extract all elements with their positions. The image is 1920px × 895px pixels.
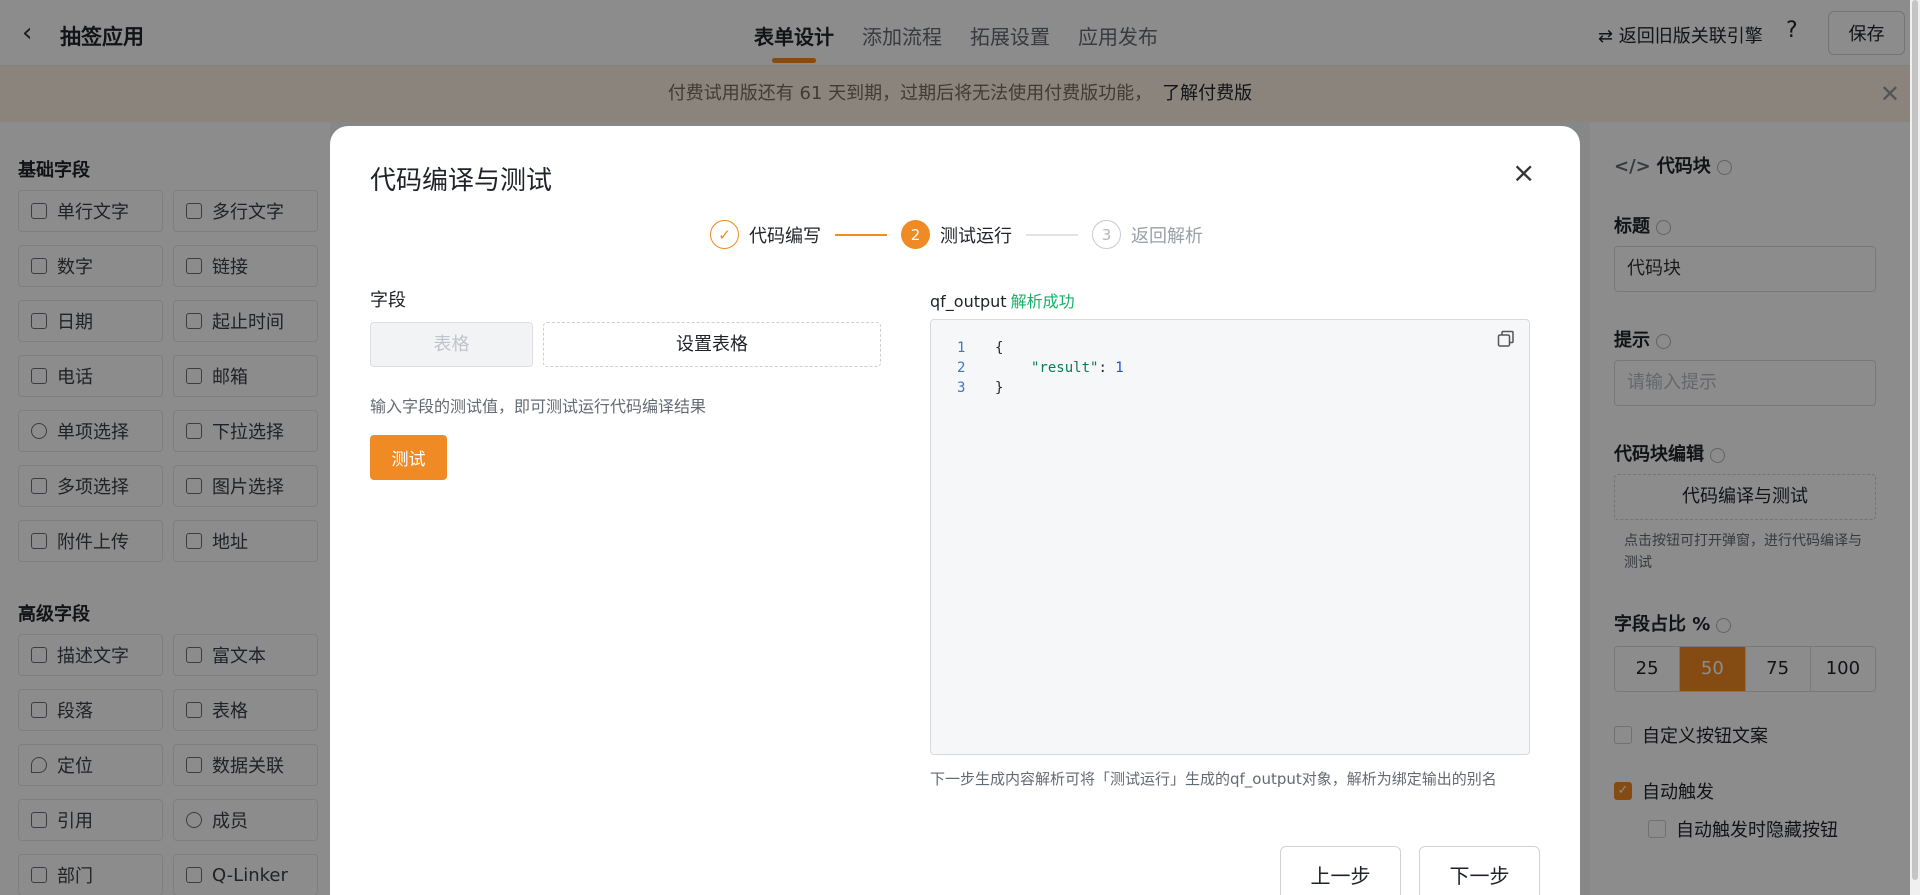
- json-sep: :: [1098, 360, 1116, 376]
- step-number: 3: [1092, 220, 1121, 249]
- next-step-button[interactable]: 下一步: [1419, 846, 1540, 895]
- step-connector: [1026, 233, 1078, 236]
- table-field-chip: 表格: [370, 322, 533, 367]
- line-number: 3: [957, 380, 966, 396]
- dialog-title: 代码编译与测试: [370, 166, 553, 196]
- output-label: qf_output 解析成功: [930, 288, 1075, 312]
- test-hint: 输入字段的测试值，即可测试运行代码编译结果: [370, 397, 707, 416]
- previous-step-button[interactable]: 上一步: [1280, 846, 1401, 895]
- field-section-label: 字段: [370, 290, 406, 311]
- json-value: 1: [1115, 360, 1124, 376]
- code-compile-dialog: 代码编译与测试 × ✓ 代码编写 2 测试运行 3 返回解析 字段 表格 设置表…: [330, 126, 1580, 895]
- line-number: 2: [957, 360, 966, 376]
- parse-status: 解析成功: [1010, 292, 1075, 311]
- code-line: 3}: [957, 378, 1124, 398]
- code-text: {: [995, 340, 1004, 356]
- step-label: 返回解析: [1131, 225, 1203, 247]
- code-line: 1{: [957, 338, 1124, 358]
- output-name: qf_output: [930, 292, 1007, 311]
- step-number: 2: [901, 220, 930, 249]
- line-number: 1: [957, 340, 966, 356]
- code-line: 2 "result": 1: [957, 358, 1124, 378]
- run-test-button[interactable]: 测试: [370, 435, 447, 480]
- step-done-check-icon: ✓: [710, 220, 739, 249]
- code-text: }: [995, 380, 1004, 396]
- code-lines: 1{ 2 "result": 1 3}: [957, 338, 1124, 398]
- output-code-viewer[interactable]: 1{ 2 "result": 1 3}: [930, 319, 1530, 755]
- next-step-note: 下一步生成内容解析可将「测试运行」生成的qf_output对象，解析为绑定输出的…: [930, 770, 1497, 788]
- stepper: ✓ 代码编写 2 测试运行 3 返回解析: [710, 220, 1203, 249]
- step-label: 测试运行: [940, 225, 1012, 247]
- step-label: 代码编写: [749, 225, 821, 247]
- step-connector: [835, 233, 887, 236]
- page-scrollbar[interactable]: [1910, 0, 1920, 895]
- code-text: "result": 1: [995, 358, 1124, 378]
- set-table-button[interactable]: 设置表格: [543, 322, 881, 367]
- copy-icon[interactable]: [1497, 330, 1515, 348]
- json-key: "result": [1031, 360, 1099, 376]
- close-icon[interactable]: ×: [1512, 156, 1535, 189]
- scrollbar-thumb[interactable]: [1912, 0, 1918, 880]
